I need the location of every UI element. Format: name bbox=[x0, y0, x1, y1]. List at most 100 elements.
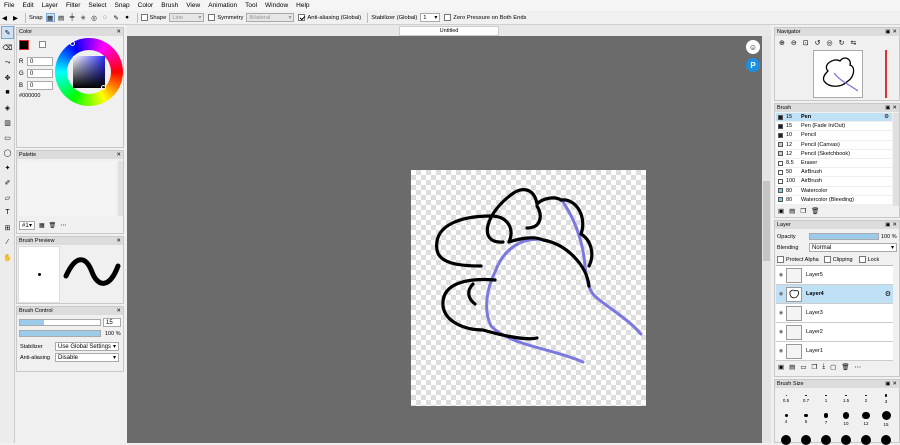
brush-size-cell[interactable]: 3 bbox=[877, 391, 895, 411]
snap-curve-icon[interactable]: ◌ bbox=[101, 13, 110, 22]
brush-size-input[interactable]: 15 bbox=[103, 318, 121, 327]
undock-icon[interactable]: ▣ bbox=[885, 105, 890, 111]
brush-folder-icon[interactable]: ▤ bbox=[789, 207, 795, 215]
close-icon[interactable]: ✕ bbox=[116, 29, 121, 35]
duplicate-brush-icon[interactable]: ❐ bbox=[800, 207, 806, 215]
move-tool-icon[interactable]: ✥ bbox=[1, 71, 14, 84]
brush-size-dot[interactable] bbox=[821, 435, 831, 445]
snap-circle-icon[interactable]: ◎ bbox=[90, 13, 99, 22]
zero-pressure-checkbox[interactable] bbox=[444, 14, 452, 21]
menu-item-select[interactable]: Select bbox=[84, 0, 110, 11]
select-eraser-tool-icon[interactable]: ▱ bbox=[1, 191, 14, 204]
brush-size-cell[interactable]: 1.5 bbox=[837, 391, 855, 411]
antialias-checkbox[interactable] bbox=[298, 14, 306, 21]
visibility-eye-icon[interactable]: ◉ bbox=[776, 272, 786, 278]
palette-menu-icon[interactable]: ⋯ bbox=[60, 222, 66, 229]
scrollbar-thumb[interactable] bbox=[763, 181, 770, 261]
brush-item[interactable]: 8.5 Eraser bbox=[776, 158, 892, 169]
brush-size-cell[interactable]: 5 bbox=[797, 411, 815, 431]
layer-merge-icon[interactable]: ⤓ bbox=[822, 363, 825, 371]
layer-row[interactable]: ◉ Layer1 bbox=[776, 342, 893, 361]
layer-row[interactable]: ◉ Layer2 bbox=[776, 323, 893, 342]
add-layer-icon[interactable]: ▣ bbox=[778, 363, 784, 371]
brush-stabilizer-select[interactable]: Use Global Settings ▾ bbox=[55, 342, 119, 351]
gradient-tool-icon[interactable]: ▥ bbox=[1, 116, 14, 129]
palette-scrollbar[interactable] bbox=[118, 161, 123, 216]
menu-item-animation[interactable]: Animation bbox=[204, 0, 241, 11]
add-folder-icon[interactable]: ▭ bbox=[800, 363, 806, 371]
r-input[interactable]: 0 bbox=[27, 57, 53, 66]
menu-item-help[interactable]: Help bbox=[292, 0, 313, 11]
lock-checkbox[interactable] bbox=[858, 256, 866, 263]
brush-list-scrollbar[interactable] bbox=[893, 113, 899, 206]
brush-item[interactable]: 12 Pencil (Canvas) bbox=[776, 140, 892, 150]
hand-tool-icon[interactable]: ✋ bbox=[1, 251, 14, 264]
symmetry-select[interactable]: Bilateral ▾ bbox=[246, 13, 295, 22]
add-layer-8bit-icon[interactable]: ▤ bbox=[789, 363, 795, 371]
menu-item-layer[interactable]: Layer bbox=[38, 0, 62, 11]
brush-size-slider[interactable] bbox=[19, 319, 101, 326]
brush-size-cell[interactable]: 7 bbox=[817, 411, 835, 431]
delete-brush-icon[interactable]: 🗑 bbox=[811, 207, 819, 215]
eraser-tool-icon[interactable]: ⌫ bbox=[1, 41, 14, 54]
brush-antialias-select[interactable]: Disable ▾ bbox=[55, 353, 119, 362]
fit-icon[interactable]: ⊡ bbox=[803, 39, 809, 47]
layer-row[interactable]: ◉ Layer5 bbox=[776, 266, 893, 285]
flip-icon[interactable]: ⇆ bbox=[850, 39, 856, 47]
g-input[interactable]: 0 bbox=[27, 69, 53, 78]
gear-icon[interactable]: ⚙ bbox=[885, 290, 891, 298]
layer-opacity-slider[interactable] bbox=[809, 233, 879, 240]
brush-opacity-slider[interactable] bbox=[19, 330, 101, 337]
palette-selector[interactable]: #1 ▾ bbox=[19, 221, 35, 230]
brush-size-cell[interactable]: 1 bbox=[817, 391, 835, 411]
brush-item[interactable]: 15 Pen (Fade In/Out) bbox=[776, 122, 892, 132]
layer-row[interactable]: ◉ Layer3 bbox=[776, 304, 893, 323]
snap-parallel-icon[interactable]: ▤ bbox=[57, 13, 66, 22]
lasso-tool-icon[interactable]: ◯ bbox=[1, 146, 14, 159]
snap-settings-icon[interactable]: ✎ bbox=[112, 13, 121, 22]
redo-icon[interactable]: ▶ bbox=[11, 13, 20, 22]
foreground-color-swatch[interactable] bbox=[19, 40, 29, 50]
clipping-checkbox[interactable] bbox=[823, 256, 831, 263]
menu-item-edit[interactable]: Edit bbox=[18, 0, 37, 11]
brush-item[interactable]: 15 Pen ⚙ bbox=[776, 113, 892, 123]
shape-checkbox[interactable] bbox=[140, 14, 148, 21]
brush-size-cell[interactable]: 2 bbox=[857, 391, 875, 411]
stabilizer-select[interactable]: 1 ▾ bbox=[420, 13, 441, 22]
add-brush-icon[interactable]: ▣ bbox=[778, 207, 784, 215]
undock-icon[interactable]: ▣ bbox=[885, 381, 890, 387]
layer-row[interactable]: ◉ Layer4 ⚙ bbox=[776, 285, 893, 304]
brush-item[interactable]: 10 Pencil bbox=[776, 131, 892, 141]
brush-size-cell[interactable]: 0.7 bbox=[797, 391, 815, 411]
menu-item-filter[interactable]: Filter bbox=[62, 0, 84, 11]
shape-select[interactable]: Line ▾ bbox=[169, 13, 205, 22]
blending-select[interactable]: Normal ▾ bbox=[809, 243, 897, 252]
snap-crisscross-icon[interactable]: ╪ bbox=[68, 13, 77, 22]
gear-icon[interactable]: ⚙ bbox=[884, 114, 889, 120]
palette-grid[interactable] bbox=[19, 161, 115, 216]
text-tool-icon[interactable]: T bbox=[1, 206, 14, 219]
brush-item[interactable]: 12 Pencil (Sketchbook) bbox=[776, 149, 892, 159]
menu-item-color[interactable]: Color bbox=[134, 0, 158, 11]
navigator-thumbnail[interactable] bbox=[813, 50, 863, 98]
brush-size-dot[interactable] bbox=[841, 435, 851, 445]
zoom-out-icon[interactable]: ⊖ bbox=[791, 39, 797, 47]
close-icon[interactable]: ✕ bbox=[892, 29, 897, 35]
undock-icon[interactable]: ▣ bbox=[885, 222, 890, 228]
layer-clear-icon[interactable]: ▢ bbox=[830, 363, 836, 371]
document-tab[interactable]: Untitled bbox=[398, 25, 500, 36]
brush-size-dot[interactable] bbox=[801, 435, 811, 445]
menu-item-file[interactable]: File bbox=[0, 0, 18, 11]
magic-wand-tool-icon[interactable]: ✦ bbox=[1, 161, 14, 174]
brush-item[interactable]: 80 Watercolor bbox=[776, 186, 892, 196]
brush-item[interactable]: 100 AirBrush bbox=[776, 177, 892, 187]
sv-marker[interactable] bbox=[101, 85, 106, 90]
symmetry-checkbox[interactable] bbox=[208, 14, 216, 21]
undo-icon[interactable]: ◀ bbox=[0, 13, 9, 22]
brush-size-cell[interactable]: 12 bbox=[857, 411, 875, 431]
close-icon[interactable]: ✕ bbox=[116, 152, 121, 158]
layer-menu-icon[interactable]: ⋯ bbox=[855, 363, 862, 371]
eyedropper-tool-icon[interactable]: ⁄ bbox=[1, 236, 14, 249]
delete-palette-icon[interactable]: 🗑 bbox=[49, 222, 57, 229]
brush-size-cell[interactable]: 10 bbox=[837, 411, 855, 431]
